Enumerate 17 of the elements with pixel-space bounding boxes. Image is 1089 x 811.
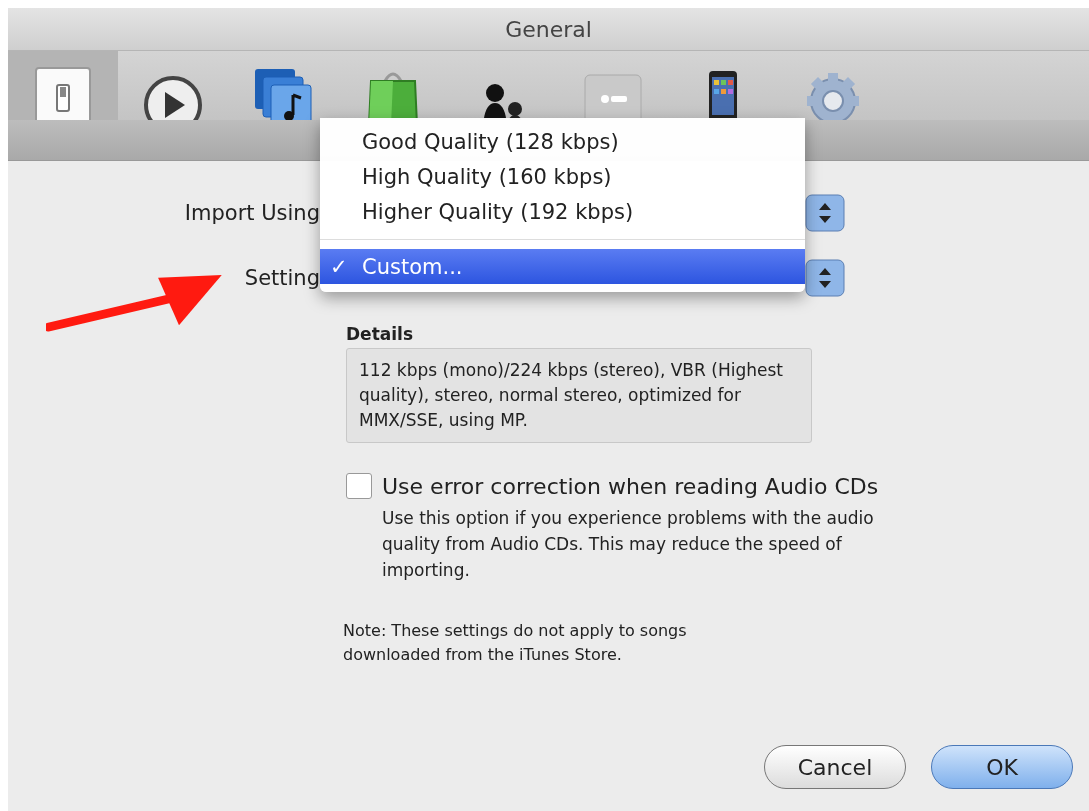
cancel-button[interactable]: Cancel — [764, 745, 906, 789]
setting-label: Setting — [243, 266, 320, 290]
popup-arrows-icon[interactable] — [805, 194, 845, 232]
details-text: 112 kbps (mono)/224 kbps (stereo), VBR (Highest quality), stereo, normal stereo, optimized for MMX/SSE, using MP. — [346, 348, 812, 443]
popup-arrows-icon[interactable] — [805, 259, 845, 297]
import-using-label: Import Using — [183, 201, 320, 225]
checkbox-label[interactable]: Use error correction when reading Audio CDs — [382, 473, 879, 499]
note-text: Note: These settings do not apply to songs downloaded from the iTunes Store. — [343, 620, 688, 666]
menu-item[interactable]: High Quality (160 kbps) — [320, 159, 805, 194]
ok-button[interactable]: OK — [931, 745, 1073, 789]
menu-item[interactable]: ✓ Custom... — [320, 249, 805, 284]
menu-item[interactable]: Higher Quality (192 kbps) — [320, 194, 805, 229]
menu-item[interactable]: Good Quality (128 kbps) — [320, 124, 805, 159]
details-label: Details — [346, 324, 414, 344]
option-description: Use this option if you experience problems with the audio quality from Audio CDs. This may reduce the speed of importing. — [382, 507, 875, 582]
window-title: General — [505, 16, 592, 42]
checkbox[interactable] — [346, 473, 372, 499]
